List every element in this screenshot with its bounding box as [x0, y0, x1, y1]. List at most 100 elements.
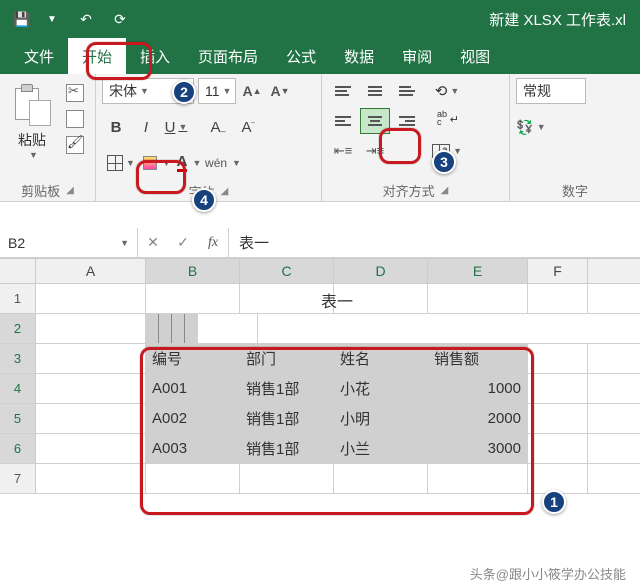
copy-icon[interactable] [66, 110, 84, 128]
clipboard-launcher-icon[interactable]: ◢ [66, 185, 74, 196]
font-group-label: 字体 [189, 182, 215, 201]
cell-E5[interactable]: 2000 [428, 404, 528, 433]
clipboard-group-label: 剪贴板 [21, 181, 60, 200]
watermark: 头条@跟小小筱学办公技能 [470, 564, 626, 583]
cell-C5[interactable]: 销售1部 [240, 404, 334, 433]
cut-icon[interactable] [66, 84, 84, 102]
increase-font-icon[interactable]: A▲ [240, 78, 264, 104]
cell-D5[interactable]: 小明 [334, 404, 428, 433]
currency-button[interactable]: 💱▼ [516, 114, 546, 140]
merge-center-button[interactable]: a▼ [432, 138, 462, 164]
fill-color-button[interactable]: ▼ [142, 150, 172, 176]
cell-C3[interactable]: 部门 [240, 344, 334, 373]
row-header-7[interactable]: 7 [0, 464, 36, 493]
align-top-button[interactable] [328, 78, 358, 104]
cell-D4[interactable]: 小花 [334, 374, 428, 403]
cancel-icon[interactable]: ✕ [138, 234, 168, 251]
col-header-F[interactable]: F [528, 259, 588, 283]
align-middle-button[interactable] [360, 78, 390, 104]
font-color-button[interactable]: A▼ [174, 150, 204, 176]
clipboard-icon [13, 82, 51, 126]
cell-C4[interactable]: 销售1部 [240, 374, 334, 403]
cell-E3[interactable]: 销售额 [428, 344, 528, 373]
tab-formula[interactable]: 公式 [272, 38, 330, 74]
decrease-font-icon[interactable]: A▼ [268, 78, 292, 104]
cell-B5[interactable]: A002 [146, 404, 240, 433]
select-all-corner[interactable] [0, 259, 36, 283]
align-bottom-button[interactable] [392, 78, 422, 104]
window-title: 新建 XLSX 工作表.xl [140, 9, 632, 30]
font-size-combo[interactable]: 11▼ [198, 78, 236, 104]
tab-insert[interactable]: 插入 [126, 38, 184, 74]
tab-view[interactable]: 视图 [446, 38, 504, 74]
row-header-4[interactable]: 4 [0, 374, 36, 403]
align-center-button[interactable] [360, 108, 390, 134]
row-header-2[interactable]: 2 [0, 314, 36, 343]
tab-file[interactable]: 文件 [10, 38, 68, 74]
cell-E6[interactable]: 3000 [428, 434, 528, 463]
row-header-5[interactable]: 5 [0, 404, 36, 433]
col-header-A[interactable]: A [36, 259, 146, 283]
number-group-label: 数字 [562, 181, 588, 200]
tab-review[interactable]: 审阅 [388, 38, 446, 74]
paste-button[interactable]: 粘贴 ▼ [6, 78, 58, 181]
align-right-button[interactable] [392, 108, 422, 134]
cell-B2[interactable] [146, 314, 159, 343]
qat-dropdown-icon[interactable]: ▼ [38, 6, 66, 32]
col-header-E[interactable]: E [428, 259, 528, 283]
font-color-icon: A [177, 155, 188, 172]
undo-icon[interactable]: ↶ [72, 6, 100, 32]
wrap-text-button[interactable]: ab c ↵ [432, 108, 462, 134]
ribbon: 粘贴 ▼ 剪贴板 ◢ 宋体▼ 11▼ A▲ A [0, 74, 640, 202]
row-header-6[interactable]: 6 [0, 434, 36, 463]
format-painter-icon[interactable] [66, 136, 84, 154]
phonetic-button[interactable]: wén▼ [206, 150, 240, 176]
increase-indent-button[interactable]: ⇥≡ [360, 138, 390, 164]
wrap-icon: ab c ↵ [437, 112, 457, 130]
cell-C6[interactable]: 销售1部 [240, 434, 334, 463]
italic-button[interactable]: I [132, 114, 160, 140]
col-header-D[interactable]: D [334, 259, 428, 283]
borders-button[interactable]: ▼ [102, 150, 140, 176]
fill-icon [143, 156, 157, 170]
merge-icon: a [432, 144, 450, 158]
row-header-1[interactable]: 1 [0, 284, 36, 313]
number-format-combo[interactable]: 常规 [516, 78, 586, 104]
formula-bar[interactable]: 表一 [229, 228, 640, 257]
paste-label: 粘贴 [18, 130, 46, 150]
font-launcher-icon[interactable]: ◢ [221, 186, 229, 197]
cell-E2[interactable] [185, 314, 198, 343]
align-left-button[interactable] [328, 108, 358, 134]
cell-E4[interactable]: 1000 [428, 374, 528, 403]
bottom-border-icon[interactable]: A‾ [234, 114, 262, 140]
redo-icon[interactable]: ⟳ [106, 6, 134, 32]
enter-icon[interactable]: ✓ [168, 234, 198, 251]
row-header-3[interactable]: 3 [0, 344, 36, 373]
cell-D2[interactable] [172, 314, 185, 343]
cell-D3[interactable]: 姓名 [334, 344, 428, 373]
tab-home[interactable]: 开始 [68, 38, 126, 74]
cell-B4[interactable]: A001 [146, 374, 240, 403]
ribbon-tabs: 文件 开始 插入 页面布局 公式 数据 审阅 视图 [0, 38, 640, 74]
fx-icon[interactable]: fx [198, 235, 228, 251]
bold-button[interactable]: B [102, 114, 130, 140]
col-header-B[interactable]: B [146, 259, 240, 283]
top-border-icon[interactable]: A_ [204, 114, 232, 140]
cell-D6[interactable]: 小兰 [334, 434, 428, 463]
tab-data[interactable]: 数据 [330, 38, 388, 74]
underline-button[interactable]: U▼ [162, 114, 190, 140]
save-icon[interactable]: 💾 [8, 6, 36, 32]
name-box[interactable]: B2▼ [0, 228, 138, 257]
border-grid-icon [107, 155, 123, 171]
align-group-label: 对齐方式 [383, 181, 435, 200]
decrease-indent-button[interactable]: ⇤≡ [328, 138, 358, 164]
cell-B6[interactable]: A003 [146, 434, 240, 463]
align-launcher-icon[interactable]: ◢ [441, 185, 449, 196]
col-header-C[interactable]: C [240, 259, 334, 283]
font-name-combo[interactable]: 宋体▼ [102, 78, 194, 104]
cell-B3[interactable]: 编号 [146, 344, 240, 373]
tab-layout[interactable]: 页面布局 [184, 38, 272, 74]
cell-C2[interactable] [159, 314, 172, 343]
orientation-button[interactable]: ⟲▼ [432, 78, 462, 104]
spreadsheet-grid[interactable]: A B C D E F 1 2 3 编号 部门 姓名 销售额 4 A001 销售… [0, 258, 640, 494]
